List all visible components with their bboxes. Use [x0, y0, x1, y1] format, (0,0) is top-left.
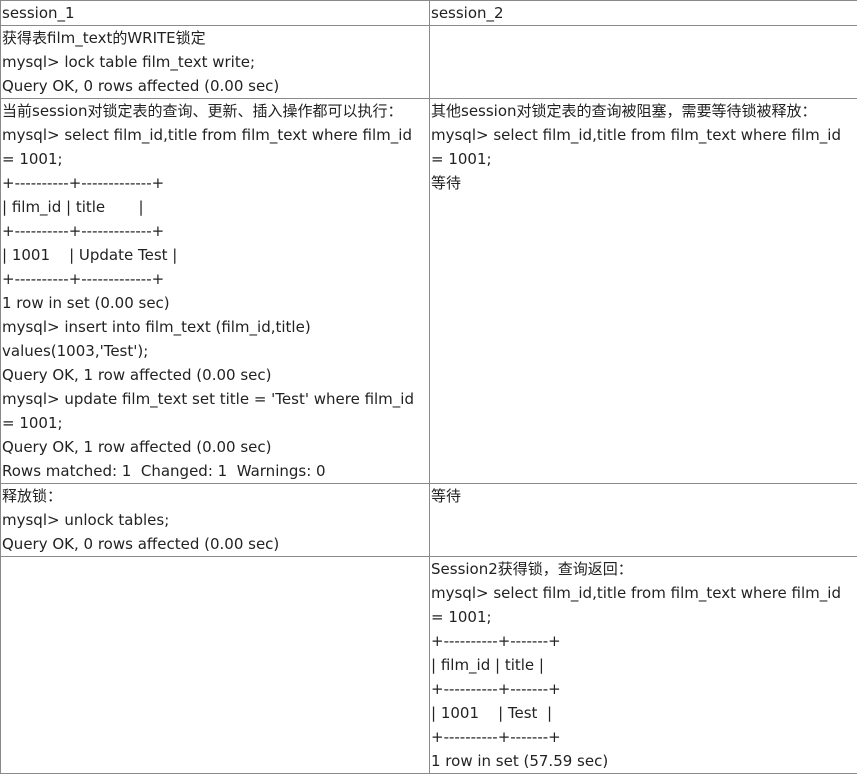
cell-line: Session2获得锁，查询返回：	[431, 560, 633, 578]
table-row: Session2获得锁，查询返回： mysql> select film_id,…	[0, 556, 857, 774]
cell-line: mysql> update film_text set title = 'Tes…	[2, 390, 419, 432]
header-session-2: session_2	[429, 0, 857, 26]
cell-line: 当前session对锁定表的查询、更新、插入操作都可以执行：	[2, 102, 403, 120]
cell-session-1: 释放锁： mysql> unlock tables; Query OK, 0 r…	[0, 483, 430, 557]
cell-line: +----------+-------+	[431, 680, 561, 698]
cell-line: 1 row in set (0.00 sec)	[2, 294, 170, 312]
cell-line: 1 row in set (57.59 sec)	[431, 752, 609, 770]
cell-line: mysql> select film_id,title from film_te…	[2, 126, 417, 168]
cell-line: | 1001 | Test |	[431, 704, 553, 722]
cell-line: +----------+-------------+	[2, 174, 165, 192]
cell-session-1	[0, 556, 430, 774]
cell-line: +----------+-------+	[431, 728, 561, 746]
cell-line: | 1001 | Update Test |	[2, 246, 178, 264]
table-row: 释放锁： mysql> unlock tables; Query OK, 0 r…	[0, 483, 857, 557]
cell-line: +----------+-------+	[431, 632, 561, 650]
session-lock-table: session_1 session_2 获得表film_text的WRITE锁定…	[0, 0, 857, 774]
cell-line: Rows matched: 1 Changed: 1 Warnings: 0	[2, 462, 326, 480]
cell-line: 获得表film_text的WRITE锁定	[2, 29, 206, 47]
cell-session-1: 获得表film_text的WRITE锁定 mysql> lock table f…	[0, 25, 430, 99]
cell-line: mysql> lock table film_text write;	[2, 53, 256, 71]
header-row: session_1 session_2	[0, 0, 857, 26]
cell-line: | film_id | title |	[2, 198, 144, 216]
cell-session-2: 等待	[429, 483, 857, 557]
cell-line: 等待	[431, 174, 462, 192]
cell-line: 释放锁：	[2, 487, 63, 505]
cell-line: 其他session对锁定表的查询被阻塞，需要等待锁被释放：	[431, 102, 817, 120]
cell-line: mysql> select film_id,title from film_te…	[431, 584, 846, 626]
cell-line: | film_id | title |	[431, 656, 544, 674]
cell-line: 等待	[431, 487, 462, 505]
cell-line: Query OK, 0 rows affected (0.00 sec)	[2, 535, 280, 553]
cell-session-2	[429, 25, 857, 99]
cell-line: Query OK, 0 rows affected (0.00 sec)	[2, 77, 280, 95]
table-row: 当前session对锁定表的查询、更新、插入操作都可以执行： mysql> se…	[0, 98, 857, 484]
cell-session-2: Session2获得锁，查询返回： mysql> select film_id,…	[429, 556, 857, 774]
cell-line: mysql> unlock tables;	[2, 511, 170, 529]
header-session-1: session_1	[0, 0, 430, 26]
cell-line: mysql> insert into film_text (film_id,ti…	[2, 318, 316, 360]
table-row: 获得表film_text的WRITE锁定 mysql> lock table f…	[0, 25, 857, 99]
cell-line: +----------+-------------+	[2, 270, 165, 288]
cell-session-2: 其他session对锁定表的查询被阻塞，需要等待锁被释放： mysql> sel…	[429, 98, 857, 484]
cell-line: Query OK, 1 row affected (0.00 sec)	[2, 438, 272, 456]
cell-line: mysql> select film_id,title from film_te…	[431, 126, 846, 168]
cell-session-1: 当前session对锁定表的查询、更新、插入操作都可以执行： mysql> se…	[0, 98, 430, 484]
cell-line: +----------+-------------+	[2, 222, 165, 240]
cell-line: Query OK, 1 row affected (0.00 sec)	[2, 366, 272, 384]
